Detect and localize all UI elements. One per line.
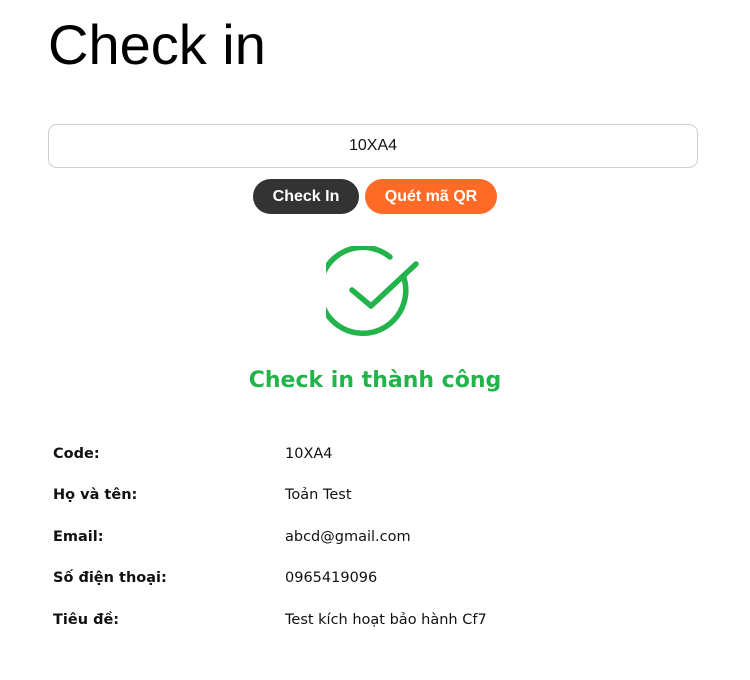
detail-row-code: Code: 10XA4	[53, 433, 703, 475]
detail-row-phone: Số điện thoại: 0965419096	[53, 558, 703, 600]
page-title: Check in	[48, 13, 266, 76]
detail-label: Số điện thoại:	[53, 570, 167, 587]
detail-value: abcd@gmail.com	[285, 528, 411, 545]
success-message: Check in thành công	[248, 368, 502, 393]
detail-value: 10XA4	[285, 445, 333, 462]
detail-label: Họ và tên:	[53, 487, 138, 504]
detail-value: 0965419096	[285, 570, 378, 587]
code-input[interactable]	[48, 124, 698, 168]
check-in-button[interactable]: Check In	[253, 179, 359, 214]
detail-row-title: Tiêu đề: Test kích hoạt bảo hành Cf7	[53, 599, 703, 641]
detail-label: Tiêu đề:	[53, 611, 120, 628]
detail-label: Email:	[53, 528, 104, 545]
check-circle-icon	[326, 246, 419, 337]
details-table: Code: 10XA4 Họ và tên: Toản Test Email: …	[53, 433, 703, 641]
detail-row-name: Họ và tên: Toản Test	[53, 475, 703, 517]
detail-row-email: Email: abcd@gmail.com	[53, 516, 703, 558]
detail-label: Code:	[53, 445, 100, 462]
action-buttons: Check In Quét mã QR	[0, 179, 750, 214]
detail-value: Test kích hoạt bảo hành Cf7	[285, 611, 487, 628]
detail-value: Toản Test	[285, 487, 352, 504]
scan-qr-button[interactable]: Quét mã QR	[365, 179, 497, 214]
